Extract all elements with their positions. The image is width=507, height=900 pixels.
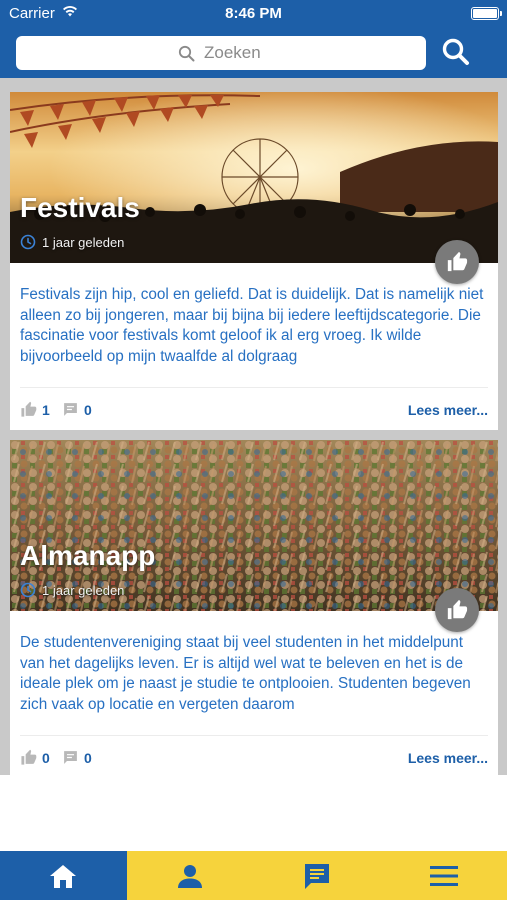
- card-footer: 1 0 Lees meer...: [10, 388, 498, 430]
- thumbs-up-small-icon: [21, 749, 37, 765]
- article-feed[interactable]: Festivals 1 jaar geleden Festivals zijn …: [0, 78, 507, 775]
- tab-chat[interactable]: [254, 851, 381, 900]
- article-timestamp: 1 jaar geleden: [20, 582, 124, 598]
- likes-value: 1: [42, 401, 50, 418]
- home-icon: [50, 864, 77, 888]
- card-footer: 0 0 Lees meer...: [10, 736, 498, 775]
- tab-home[interactable]: [0, 851, 127, 900]
- search-icon: [442, 38, 469, 65]
- search-field[interactable]: [16, 36, 426, 70]
- status-time: 8:46 PM: [225, 5, 282, 22]
- person-icon: [178, 864, 203, 888]
- like-button[interactable]: [435, 240, 479, 284]
- likes-value: 0: [42, 749, 50, 766]
- article-time-label: 1 jaar geleden: [42, 582, 125, 598]
- article-timestamp: 1 jaar geleden: [20, 234, 124, 250]
- comments-value: 0: [84, 749, 92, 766]
- comments-count[interactable]: 0: [62, 401, 92, 418]
- article-title[interactable]: Almanapp: [20, 540, 155, 572]
- comments-count[interactable]: 0: [62, 749, 92, 766]
- article-image[interactable]: Festivals 1 jaar geleden: [10, 92, 498, 263]
- read-more-link[interactable]: Lees meer...: [408, 402, 488, 418]
- comments-value: 0: [84, 401, 92, 418]
- thumbs-up-small-icon: [21, 401, 37, 417]
- article-time-label: 1 jaar geleden: [42, 234, 125, 250]
- article-card[interactable]: Almanapp 1 jaar geleden De studentenvere…: [10, 440, 498, 775]
- likes-count[interactable]: 0: [20, 749, 50, 766]
- chat-icon: [304, 863, 329, 889]
- thumbs-up-icon: [447, 599, 468, 620]
- read-more-link[interactable]: Lees meer...: [408, 750, 488, 766]
- battery-icon: [471, 7, 502, 20]
- article-card[interactable]: Festivals 1 jaar geleden Festivals zijn …: [10, 92, 498, 430]
- tab-profile[interactable]: [127, 851, 254, 900]
- search-input[interactable]: [204, 40, 404, 66]
- search-field-icon: [178, 45, 195, 67]
- like-button[interactable]: [435, 588, 479, 632]
- comment-icon: [64, 403, 77, 416]
- search-button[interactable]: [441, 37, 475, 71]
- comment-icon: [64, 751, 77, 764]
- top-navbar: [0, 28, 507, 78]
- article-excerpt: Festivals zijn hip, cool en geliefd. Dat…: [20, 286, 484, 365]
- article-excerpt: De studentenvereniging staat bij veel st…: [20, 634, 471, 713]
- article-image[interactable]: Almanapp 1 jaar geleden: [10, 440, 498, 611]
- menu-icon: [429, 865, 458, 886]
- article-title[interactable]: Festivals: [20, 192, 140, 224]
- clock-icon: [20, 234, 36, 250]
- status-bar: Carrier 8:46 PM: [0, 0, 507, 28]
- likes-count[interactable]: 1: [20, 401, 50, 418]
- tab-menu[interactable]: [380, 851, 507, 900]
- clock-icon: [20, 582, 36, 598]
- bottom-tab-bar: [0, 851, 507, 900]
- thumbs-up-icon: [447, 251, 468, 272]
